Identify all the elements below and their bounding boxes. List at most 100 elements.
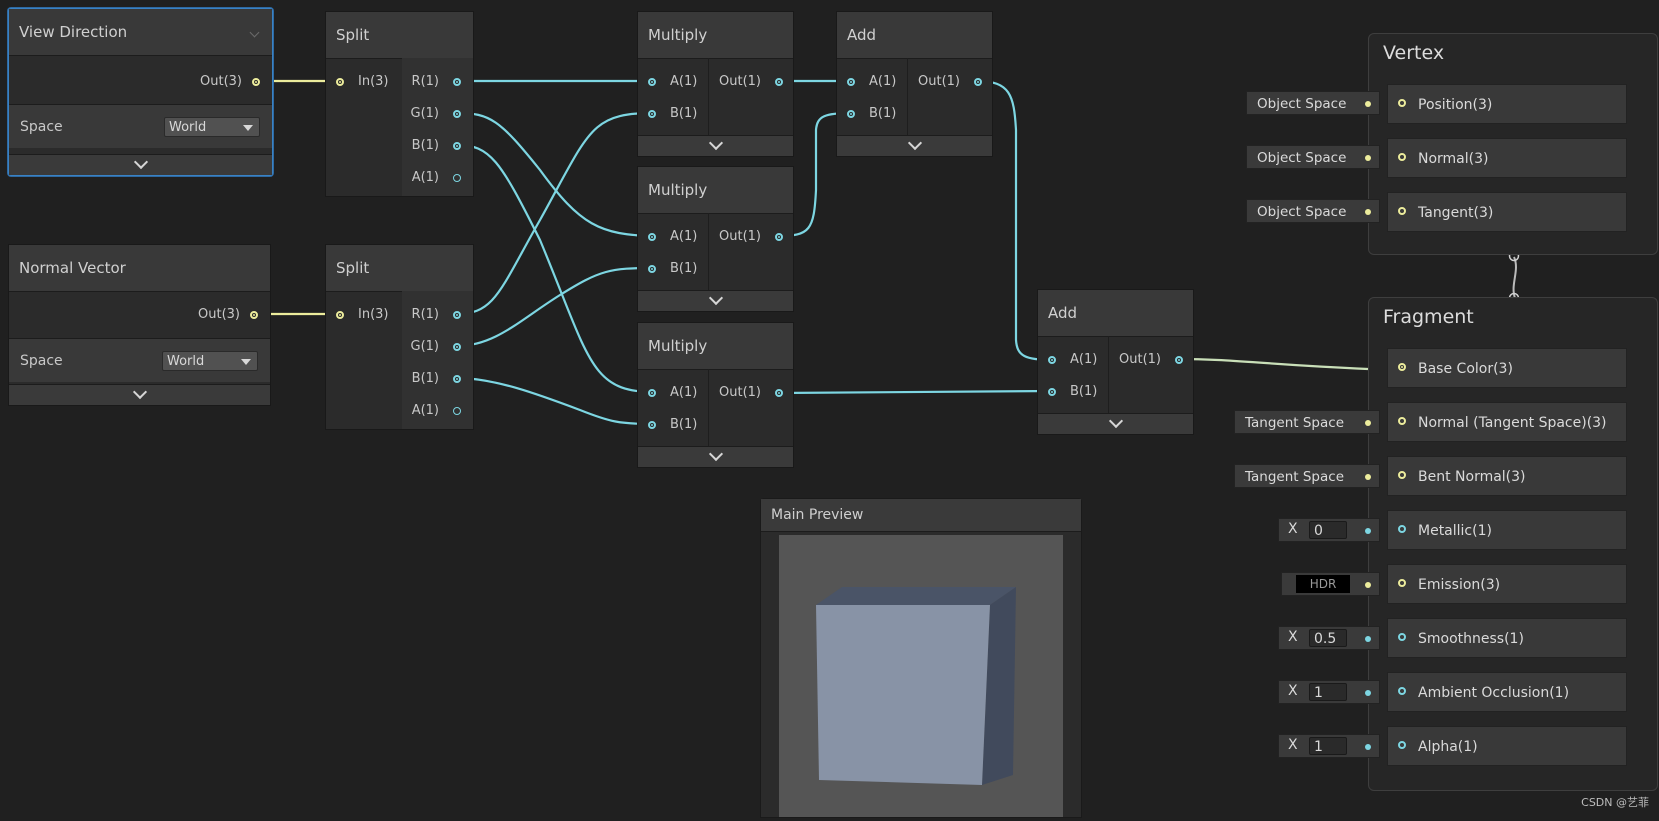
multiply-2-out-port[interactable] [775,233,783,241]
split-2-b-label: B(1) [411,371,439,386]
fragment-metallic-slot[interactable]: Metallic(1) [1387,510,1627,550]
add-1-out-port[interactable] [974,78,982,86]
fragment-stack[interactable]: Fragment Base Color(3) Normal (Tangent S… [1368,297,1658,791]
fragment-bent-normal-port[interactable] [1398,471,1406,479]
split-1-r-row: R(1) [412,67,461,97]
multiply-3-a-port[interactable] [648,389,656,397]
fragment-normal-slot[interactable]: Normal (Tangent Space)(3) [1387,402,1627,442]
tangent-space-text: Object Space [1257,204,1347,220]
view-direction-node[interactable]: View Direction Out(3) Space World [8,8,273,176]
expand-chevron-icon [708,290,723,306]
normal-vector-footer[interactable] [9,384,270,405]
split-2-a-port[interactable] [453,407,461,415]
vertex-tangent-slot[interactable]: Tangent(3) [1387,192,1627,232]
hdr-color-swatch[interactable]: HDR [1296,575,1350,593]
multiply-1-footer[interactable] [638,135,793,156]
vertex-position-slot[interactable]: Position(3) [1387,84,1627,124]
add-node-2[interactable]: Add A(1) B(1) Out(1) [1037,289,1194,435]
split-1-a-port[interactable] [453,174,461,182]
vertex-position-port[interactable] [1398,99,1406,107]
tangent-space-tag[interactable]: Object Space [1246,199,1380,223]
multiply-node-2[interactable]: Multiply A(1) B(1) Out(1) [637,166,794,312]
split-1-r-port[interactable] [453,78,461,86]
tag-connector-dot [1365,420,1371,426]
view-direction-space-dropdown[interactable]: World [164,117,260,137]
multiply-3-out-port[interactable] [775,389,783,397]
split-1-r-label: R(1) [411,74,439,89]
fragment-metallic-label: Metallic(1) [1418,523,1492,539]
view-direction-footer[interactable] [9,154,272,175]
add-1-a-port[interactable] [847,78,855,86]
multiply-3-footer[interactable] [638,446,793,467]
fragment-ao-port[interactable] [1398,687,1406,695]
multiply-2-a-port[interactable] [648,233,656,241]
multiply-1-b-port[interactable] [648,110,656,118]
fragment-base-color-port[interactable] [1398,363,1406,371]
split-2-g-port[interactable] [453,343,461,351]
split-1-in-port[interactable] [336,78,344,86]
vertex-normal-port[interactable] [1398,153,1406,161]
add-node-1[interactable]: Add A(1) B(1) Out(1) [836,11,993,157]
fragment-emission-slot[interactable]: Emission(3) [1387,564,1627,604]
preview-viewport[interactable] [779,535,1063,817]
multiply-3-b-port[interactable] [648,421,656,429]
fragment-bent-normal-slot[interactable]: Bent Normal(3) [1387,456,1627,496]
multiply-3-b-label: B(1) [670,417,698,432]
split-2-r-port[interactable] [453,311,461,319]
split-2-b-port[interactable] [453,375,461,383]
ao-input[interactable]: X1 [1278,680,1380,704]
view-direction-out-port[interactable] [252,78,260,86]
position-space-tag[interactable]: Object Space [1246,91,1380,115]
metallic-value[interactable]: 0 [1309,521,1347,539]
fragment-normal-label: Normal (Tangent Space)(3) [1418,415,1607,431]
vertex-normal-slot[interactable]: Normal(3) [1387,138,1627,178]
alpha-value[interactable]: 1 [1309,737,1347,755]
ao-value[interactable]: 1 [1309,683,1347,701]
split-1-g-port[interactable] [453,110,461,118]
wire-vertex-fragment [1512,256,1517,299]
fragment-base-color-slot[interactable]: Base Color(3) [1387,348,1627,388]
fragment-emission-port[interactable] [1398,579,1406,587]
emission-hdr-input[interactable]: HDR [1281,572,1380,596]
fragment-alpha-port[interactable] [1398,741,1406,749]
split-1-b-port[interactable] [453,142,461,150]
split-node-1[interactable]: Split In(3) R(1) G(1) B(1) A(1) [325,11,474,197]
multiply-1-out-port[interactable] [775,78,783,86]
add-2-footer[interactable] [1038,413,1193,434]
normal-vector-out-port[interactable] [250,311,258,319]
add-1-b-port[interactable] [847,110,855,118]
multiply-node-1[interactable]: Multiply A(1) B(1) Out(1) [637,11,794,157]
normal-vector-space-dropdown[interactable]: World [162,351,258,371]
smoothness-input[interactable]: X 0.5 [1278,626,1380,650]
smoothness-value[interactable]: 0.5 [1309,629,1347,647]
multiply-2-footer[interactable] [638,290,793,311]
fragment-normal-port[interactable] [1398,417,1406,425]
fragment-smoothness-slot[interactable]: Smoothness(1) [1387,618,1627,658]
normal-space-tag[interactable]: Object Space [1246,145,1380,169]
multiply-2-b-port[interactable] [648,265,656,273]
frag-normal-space-tag[interactable]: Tangent Space [1234,410,1380,434]
add-2-a-port[interactable] [1048,356,1056,364]
main-preview-panel[interactable]: Main Preview [760,498,1082,818]
multiply-node-3[interactable]: Multiply A(1) B(1) Out(1) [637,322,794,468]
fragment-metallic-port[interactable] [1398,525,1406,533]
metallic-input[interactable]: X0 [1278,518,1380,542]
add-1-divider [907,58,908,136]
vertex-tangent-port[interactable] [1398,207,1406,215]
vertex-stack[interactable]: Vertex Position(3) Normal(3) Tangent(3) [1368,33,1658,255]
multiply-1-b-row: B(1) [648,99,697,129]
add-1-footer[interactable] [837,135,992,156]
normal-vector-node[interactable]: Normal Vector Out(3) Space World [8,244,271,406]
multiply-1-a-port[interactable] [648,78,656,86]
split-node-2[interactable]: Split In(3) R(1) G(1) B(1) A(1) [325,244,474,430]
bent-normal-space-tag[interactable]: Tangent Space [1234,464,1380,488]
multiply-1-a-row: A(1) [648,67,697,97]
split-1-a-row: A(1) [412,163,461,193]
split-2-in-port[interactable] [336,311,344,319]
add-2-out-port[interactable] [1175,356,1183,364]
add-2-b-port[interactable] [1048,388,1056,396]
fragment-alpha-slot[interactable]: Alpha(1) [1387,726,1627,766]
fragment-smoothness-port[interactable] [1398,633,1406,641]
alpha-input[interactable]: X1 [1278,734,1380,758]
fragment-ao-slot[interactable]: Ambient Occlusion(1) [1387,672,1627,712]
